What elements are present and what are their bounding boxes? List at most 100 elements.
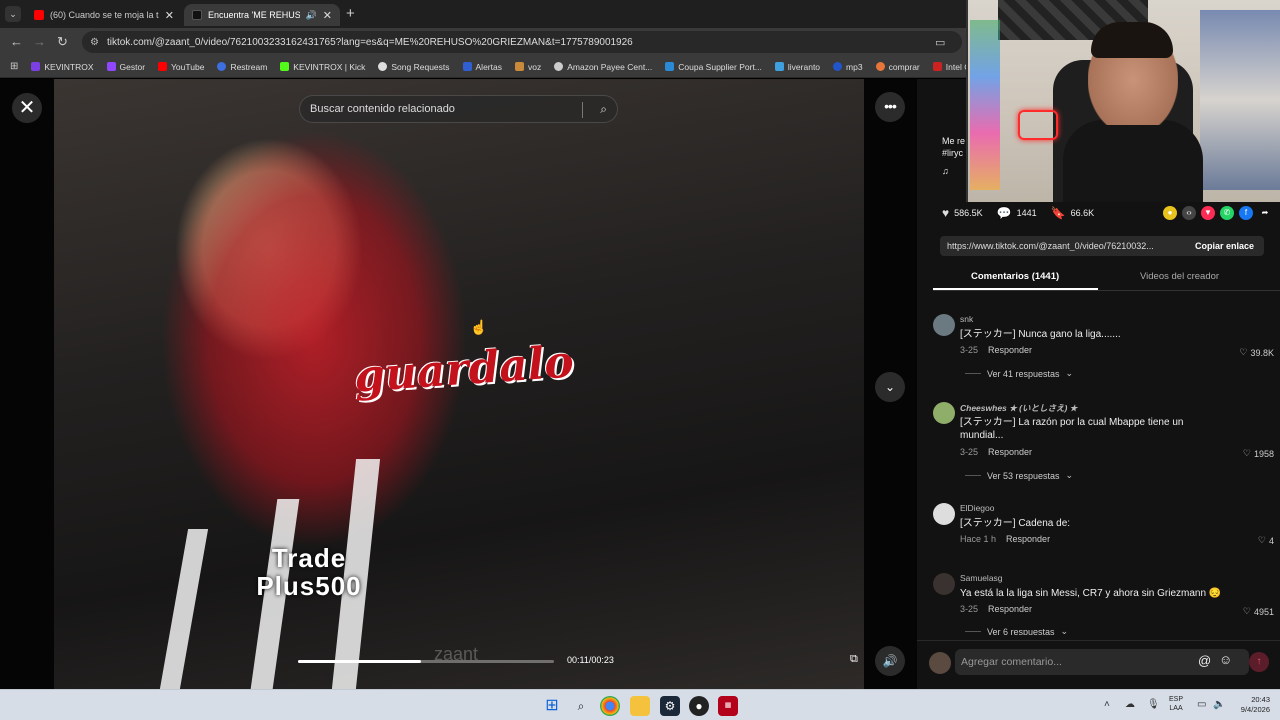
apps-icon[interactable]: ⊞ xyxy=(10,61,18,72)
comment-button[interactable]: 💬 1441 xyxy=(997,206,1037,220)
microphone-icon[interactable]: 🎙 xyxy=(1147,699,1160,710)
related-search-input[interactable]: Buscar contenido relacionado ⌕ xyxy=(299,95,618,123)
tab-youtube[interactable]: (60) Cuando se te moja la tarea ✕ xyxy=(26,4,182,26)
embed-icon[interactable]: ‹› xyxy=(1182,206,1196,220)
next-video-button[interactable]: ⌄ xyxy=(875,372,905,402)
url-text: tiktok.com/@zaant_0/video/76210032331624… xyxy=(106,36,633,48)
whatsapp-icon[interactable]: ✆ xyxy=(1220,206,1234,220)
bookmark-coupa[interactable]: Coupa Supplier Port... xyxy=(665,62,762,72)
volume-icon[interactable]: 🔈 xyxy=(1213,699,1225,710)
facebook-icon[interactable]: f xyxy=(1239,206,1253,220)
bookmark-song-requests[interactable]: Song Requests xyxy=(378,62,450,72)
bookmark-kevintrox[interactable]: KEVINTROX xyxy=(31,61,94,72)
avatar[interactable] xyxy=(933,503,955,525)
avatar[interactable] xyxy=(933,314,955,336)
picture-in-picture-icon[interactable]: ⧉ xyxy=(850,653,858,666)
volume-button[interactable]: 🔊 xyxy=(875,646,905,676)
reload-icon[interactable]: ↻ xyxy=(57,35,68,49)
emoji-icon[interactable]: ☺ xyxy=(1219,652,1232,667)
reply-button[interactable]: Responder xyxy=(1006,534,1050,544)
video-progress-bar[interactable] xyxy=(298,660,554,663)
reply-button[interactable]: Responder xyxy=(988,447,1032,457)
view-replies-label: Ver 53 respuestas xyxy=(987,470,1060,481)
steam-icon[interactable]: ⚙ xyxy=(660,696,680,716)
chevron-up-icon[interactable]: ˄ xyxy=(1104,699,1110,710)
speaker-icon[interactable]: 🔊 xyxy=(306,10,317,21)
cloud-icon[interactable]: ☁ xyxy=(1125,699,1135,710)
search-icon[interactable]: ⌕ xyxy=(600,102,607,117)
neon-sign xyxy=(1018,110,1058,140)
tab-tiktok[interactable]: Encuentra 'ME REHUSO GRIEZMAN' 🔊 ✕ xyxy=(184,4,340,26)
coin-icon[interactable]: ● xyxy=(1163,206,1177,220)
tab-search-button[interactable]: ⌄ xyxy=(5,6,21,22)
monitor-icon[interactable]: ▭ xyxy=(1197,699,1206,710)
url-field[interactable]: ⚙ tiktok.com/@zaant_0/video/762100323316… xyxy=(82,31,962,53)
bookmark-amazon[interactable]: Amazon Payee Cent... xyxy=(554,62,652,72)
search-icon[interactable]: ⌕ xyxy=(571,696,591,716)
bookmark-kick[interactable]: KEVINTROX | Kick xyxy=(280,62,365,72)
forward-icon[interactable]: → xyxy=(33,35,46,49)
back-icon[interactable]: ← xyxy=(10,35,23,49)
divider xyxy=(965,631,981,632)
avatar[interactable] xyxy=(933,402,955,424)
comment-username[interactable]: Cheeswhes ★ (いとしさえ) ★ xyxy=(960,402,1077,414)
close-video-button[interactable]: ✕ xyxy=(12,93,42,123)
windows-taskbar: ⊞ ⌕ ⚙ ● ▦ ˄ ☁ 🎙 ESP LAA ▭ 🔈 20:43 9/4/20… xyxy=(0,689,1280,720)
bookmark-alertas[interactable]: Alertas xyxy=(462,62,502,72)
more-options-button[interactable]: ••• xyxy=(875,92,905,122)
bookmark-icon xyxy=(514,62,524,71)
tab-creator-videos[interactable]: Videos del creador xyxy=(1140,271,1219,282)
system-clock[interactable]: 20:43 9/4/2026 xyxy=(1230,695,1270,715)
bookmark-mp3[interactable]: mp3 xyxy=(833,62,863,72)
bookmark-liveranto[interactable]: liveranto xyxy=(774,62,820,72)
app-icon[interactable]: ▦ xyxy=(718,696,738,716)
bookmark-comprar[interactable]: comprar xyxy=(875,62,920,72)
bookmark-restream[interactable]: Restream xyxy=(217,62,267,72)
view-replies-button[interactable]: Ver 41 respuestas ⌄ xyxy=(965,368,1073,379)
send-comment-button[interactable]: ↑ xyxy=(1249,652,1269,672)
cast-icon[interactable]: ▭ xyxy=(935,36,945,49)
like-button[interactable]: ♥ 586.5K xyxy=(942,206,983,220)
comment-username[interactable]: snk xyxy=(960,314,973,324)
comment-username[interactable]: ElDiegoo xyxy=(960,503,995,513)
close-tab-icon[interactable]: ✕ xyxy=(323,9,332,22)
comment-icon: 💬 xyxy=(996,206,1012,220)
comment-like-button[interactable]: ♡ 1958 xyxy=(1243,448,1274,459)
chrome-icon[interactable] xyxy=(600,696,620,716)
site-info-icon[interactable]: ⚙ xyxy=(90,37,99,48)
bookmark-label: KEVINTROX xyxy=(44,61,94,72)
windows-start-icon[interactable]: ⊞ xyxy=(542,696,562,716)
language-indicator[interactable]: ESP LAA xyxy=(1169,695,1183,713)
file-explorer-icon[interactable] xyxy=(630,696,650,716)
save-button[interactable]: 🔖 66.6K xyxy=(1051,206,1094,220)
chevron-down-icon: ⌄ xyxy=(1060,626,1069,635)
bookmark-voz[interactable]: voz xyxy=(514,62,541,72)
video-stats: ♥ 586.5K 💬 1441 🔖 66.6K ● ‹› ▼ ✆ f ➦ xyxy=(942,205,1272,221)
bookmark-youtube[interactable]: YouTube xyxy=(158,62,204,72)
share-link-text[interactable]: https://www.tiktok.com/@zaant_0/video/76… xyxy=(940,241,1185,251)
view-replies-button[interactable]: Ver 53 respuestas ⌄ xyxy=(965,470,1073,481)
bookmark-gestor[interactable]: Gestor xyxy=(106,62,145,72)
mention-icon[interactable]: @ xyxy=(1198,653,1211,668)
heart-outline-icon: ♡ xyxy=(1239,347,1248,357)
comment-date: Hace 1 h xyxy=(960,534,997,544)
comment-like-button[interactable]: ♡ 4951 xyxy=(1243,606,1274,617)
obs-icon[interactable]: ● xyxy=(689,696,709,716)
new-tab-button[interactable]: + xyxy=(346,6,355,22)
send-icon[interactable]: ▼ xyxy=(1201,206,1215,220)
comment-username[interactable]: Samuelasg xyxy=(960,573,1003,583)
twitch-icon xyxy=(106,62,116,71)
reply-button[interactable]: Responder xyxy=(988,345,1032,355)
tab-comments[interactable]: Comentarios (1441) xyxy=(971,271,1059,282)
music-icon[interactable]: ♫ xyxy=(942,165,966,177)
comment-meta: 3-25 Responder xyxy=(960,604,1032,614)
reply-button[interactable]: Responder xyxy=(988,604,1032,614)
comment-like-button[interactable]: ♡ 4 xyxy=(1258,535,1274,546)
share-icon[interactable]: ➦ xyxy=(1258,206,1272,220)
avatar[interactable] xyxy=(933,573,955,595)
comment-like-button[interactable]: ♡ 39.8K xyxy=(1239,347,1274,358)
copy-link-button[interactable]: Copiar enlace xyxy=(1185,241,1264,251)
view-replies-button[interactable]: Ver 6 respuestas ⌄ xyxy=(965,626,1068,635)
close-tab-icon[interactable]: ✕ xyxy=(165,9,174,22)
video-player[interactable]: Trade Plus500 guardalo zaant xyxy=(54,79,864,689)
